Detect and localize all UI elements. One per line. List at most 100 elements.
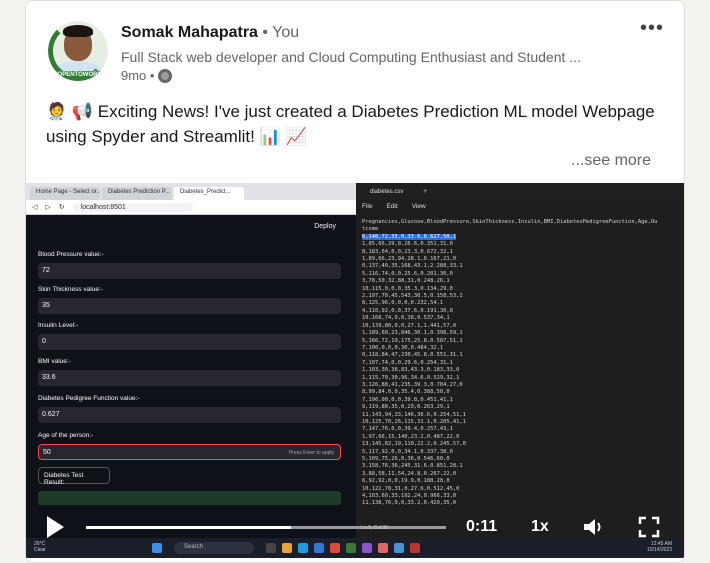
csv-line: 0,118,84,47,230,45.8,0.551,31,1 [362,352,463,359]
browser-address-bar: ◁ ▷ ↻ localhost:8501 [26,200,356,215]
csv-line: 1,103,30,38,83,43.3,0.183,33,0 [362,367,460,374]
field-label: Age of the person:- [38,432,94,439]
volume-icon[interactable] [582,516,606,538]
csv-line: 3,78,50,32,88,31,0.248,26,1 [362,278,450,285]
field-input: 33.6 [38,370,341,386]
taskbar-clock: 12:45 AM 10/14/2023 [646,541,672,553]
edge-icon [298,543,308,553]
see-more-link[interactable]: ...see more [571,152,651,170]
url-text: localhost:8501 [72,202,193,212]
field-label: BMI value:- [38,358,71,365]
task-view-icon [266,543,276,553]
browser-tab-active: Diabetes_Predict... [174,187,244,200]
csv-line: 4,110,92,0,0,37.6,0.191,30,0 [362,307,453,314]
csv-line: 5,116,74,0,0,25.6,0.201,30,0 [362,270,453,277]
back-icon: ◁ [32,204,38,211]
app-icon [410,543,420,553]
csv-line: 7,196,90,0,0,39.8,0.451,41,1 [362,396,453,403]
notepad-tab: diabetes.csv [370,188,404,195]
more-options-icon[interactable]: ••• [640,17,664,40]
browser-tab: Diabetes Prediction P... [102,187,172,200]
csv-header: Pregnancies,Glucose,BloodPressure,SkinTh… [362,219,658,233]
csv-content: Pregnancies,Glucose,BloodPressure,SkinTh… [362,219,682,537]
csv-line: 5,166,72,19,175,25.8,0.587,51,1 [362,337,463,344]
author-name-text[interactable]: Somak Mahapatra [121,24,258,41]
menu-edit: Edit [386,203,398,210]
csv-line: 5,109,75,26,0,36,0.546,60,0 [362,456,450,462]
open-to-work-badge: #OPENTOWORK [51,71,105,79]
playback-speed-button[interactable]: 1x [531,518,549,536]
fullscreen-icon[interactable] [638,516,660,538]
app-icon [378,543,388,553]
status-text: Ln 2, Col 30 [361,525,388,531]
field-label: Insulin Level:- [38,322,79,329]
app-icon [346,543,356,553]
post-body: 🧑‍⚕️ 📢 Exciting News! I've just created … [46,102,655,146]
new-tab-icon: + [423,188,427,195]
csv-line: 3,88,58,11,54,24.8,0.267,22,0 [362,470,457,477]
field-input-focused: 50 Press Enter to apply [38,444,341,460]
csv-line: 7,107,74,0,0,29.6,0.254,31,1 [362,359,453,366]
csv-line: 5,117,92,0,0,34.1,0.337,38,0 [362,448,453,455]
csv-line: 2,197,70,45,543,30.5,0.158,53,1 [362,293,463,300]
chrome-icon [330,543,340,553]
field-input: 72 [38,263,341,279]
csv-line: 13,145,82,19,110,22.2,0.245,57,0 [362,441,466,448]
windows-taskbar: 26°C Clear Search 12:45 AM 10/14/2023 [26,538,684,558]
menu-file: File [362,203,373,210]
author-avatar[interactable]: #OPENTOWORK [48,21,108,81]
csv-line: 8,125,96,0,0,0,0.232,54,1 [362,300,444,307]
app-icon [362,543,372,553]
menu-view: View [411,203,426,210]
notepad-title-bar: diabetes.csv + [356,183,684,200]
csv-line: 7,147,76,0,0,39.4,0.257,43,1 [362,426,453,433]
forward-icon: ▷ [45,204,51,211]
browser-tab: Home Page - Select or... [30,187,100,200]
field-input-value: 50 [43,449,51,456]
author-headline: Full Stack web developer and Cloud Compu… [121,49,581,65]
field-label: Skin Thickness value:- [38,286,103,293]
csv-line: 4,103,60,33,192,24,0.966,33,0 [362,493,457,500]
csv-line: 7,100,0,0,0,30,0.484,32,1 [362,344,444,351]
field-input: 35 [38,298,341,314]
field-input: 0.627 [38,407,341,423]
csv-line: 10,115,0,0,0,35.3,0.134,29,0 [362,285,453,292]
field-label: Diabetes Pedigree Function value:- [38,395,140,402]
author-name[interactable]: Somak Mahapatra • You [121,24,299,42]
csv-line: 1,89,66,23,94,28.1,0.167,21,0 [362,256,457,263]
csv-line: 10,122,78,31,0,27.6,0.512,45,0 [362,485,460,492]
csv-line: 10,168,74,0,0,38,0.537,34,1 [362,315,450,322]
file-explorer-icon [282,543,292,553]
author-relation: • You [262,24,300,41]
field-input: 0 [38,334,341,350]
csv-lines: 1,85,66,29,0,26.6,0.351,31,0 8,183,64,0,… [362,241,466,506]
csv-line: 9,119,80,35,0,29,0.263,29,1 [362,404,450,411]
csv-line: 10,139,80,0,0,27.1,1.441,57,0 [362,322,457,329]
post-meta: 9mo • [121,68,173,83]
csv-line: 6,92,92,0,0,19.9,0.188,28,0 [362,478,450,485]
globe-icon [158,68,173,83]
csv-line: 11,138,76,0,0,33.2,0.420,35,0 [362,500,457,507]
csv-line: 1,97,66,15,140,23.2,0.487,22,0 [362,433,460,440]
deploy-button: Deploy [314,223,336,230]
csv-line: 10,125,70,26,115,31.1,0.205,41,1 [362,418,466,425]
play-icon[interactable] [47,516,64,538]
post-time: 9mo • [121,68,155,83]
reload-icon: ↻ [58,204,65,211]
browser-tab-bar: Home Page - Select or... Diabetes Predic… [26,183,356,200]
weather-widget: 26°C Clear [34,541,46,553]
csv-line: 3,126,88,41,235,39.3,0.704,27,0 [362,381,463,388]
notepad-window: diabetes.csv + File Edit View Pregnancie… [356,183,684,538]
start-icon [152,543,162,553]
taskbar-search: Search [174,542,254,554]
result-bar [38,491,341,505]
csv-line: 8,183,64,0,0,23.3,0.672,32,1 [362,248,453,255]
csv-selected-line: 6,148,72,35,0,33.6,0.627,50,1 [362,233,457,240]
csv-line: 3,158,76,36,245,31.6,0.851,28,1 [362,463,463,470]
video-player[interactable]: Home Page - Select or... Diabetes Predic… [26,183,684,558]
progress-track[interactable] [86,526,446,529]
notepad-menu: File Edit View [356,200,684,213]
app-icon [394,543,404,553]
csv-line: 11,143,94,33,146,36.6,0.254,51,1 [362,411,466,418]
post-card: #OPENTOWORK Somak Mahapatra • You Full S… [25,0,685,563]
